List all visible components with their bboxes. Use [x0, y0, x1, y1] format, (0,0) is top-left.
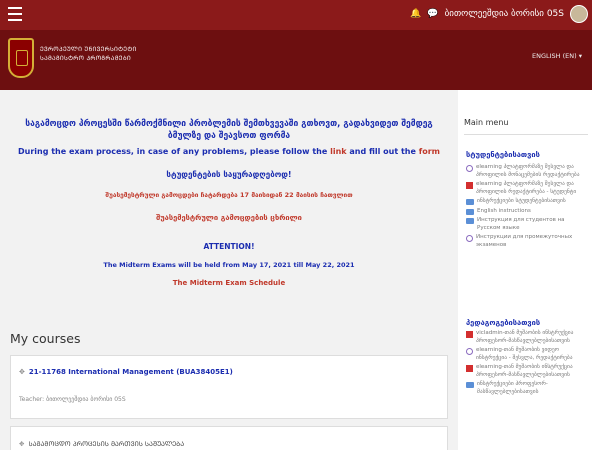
divider [464, 134, 588, 135]
top-right-area: 🔔 💬 ბითოლეეშდია ბორისი 05S [410, 5, 588, 23]
english-intro-prefix: During the exam process, in case of any … [18, 147, 328, 156]
pdf-icon [466, 331, 473, 338]
course-title[interactable]: ✥ ᲡᲐᲒᲐᲛᲝᲪᲓᲝ ᲞᲠᲝᲪᲔᲡᲘᲡ ᲛᲐᲠᲗᲕᲘᲡ ᲡᲐᲨᲣᲐᲚᲔᲑᲐ [19, 439, 184, 449]
english-intro: During the exam process, in case of any … [0, 147, 458, 156]
list-item-label[interactable]: elearning-თან მუშაობის ინსტრუქცია პროფეს… [476, 364, 588, 379]
list-item-label[interactable]: English instructions [477, 208, 531, 216]
my-courses-heading: My courses [10, 331, 81, 346]
pdf-icon [466, 182, 473, 189]
pdf-icon [466, 365, 473, 372]
quiz-icon [466, 165, 473, 172]
students-list: elearning პლატფორმაზე შესვლა და პროფილის… [466, 164, 588, 251]
link-link[interactable]: link [330, 147, 347, 156]
list-item[interactable]: Инструкция для студентов на Русском язык… [466, 217, 588, 232]
list-item[interactable]: vicladmin-თან მუშაობის ინსტრუქცია პროფეს… [466, 330, 588, 345]
avatar[interactable] [570, 5, 588, 23]
bell-icon[interactable]: 🔔 [410, 9, 421, 19]
list-item-label[interactable]: Инструкция для студентов на Русском язык… [477, 217, 588, 232]
quiz-icon [466, 235, 473, 242]
university-name-line1: ᲔᲕᲠᲝᲞᲔᲣᲚᲘ ᲣᲜᲘᲕᲔᲠᲡᲘᲢᲔᲢᲘ [40, 46, 137, 53]
teachers-heading: პედაგოგებისათვის [466, 318, 541, 327]
list-item[interactable]: Инструкции для промежуточных экзаменов [466, 234, 588, 249]
course-teacher: Teacher: ბითოლეეშდია ბორისი 05S [19, 396, 126, 403]
attention-heading: ATTENTION! [203, 242, 255, 251]
georgian-intro: საგამოცდო პროცესში წარმოქმნილი პრობლემის… [25, 119, 433, 141]
message-icon[interactable]: 💬 [427, 9, 438, 19]
user-name[interactable]: ბითოლეეშდია ბორისი 05S [445, 9, 564, 19]
university-logo-icon[interactable] [8, 38, 34, 78]
list-item[interactable]: elearning პლატფორმაზე შესვლა და პროფილის… [466, 181, 588, 196]
folder-icon [466, 218, 474, 224]
course-card[interactable]: ✥ 21-11768 International Management (BUA… [10, 355, 448, 419]
course-title-text[interactable]: ᲡᲐᲒᲐᲛᲝᲪᲓᲝ ᲞᲠᲝᲪᲔᲡᲘᲡ ᲛᲐᲠᲗᲕᲘᲡ ᲡᲐᲨᲣᲐᲚᲔᲑᲐ [28, 439, 184, 448]
course-icon: ✥ [19, 368, 25, 376]
list-item[interactable]: ინსტრუქციები სტუდენტებისათვის [466, 198, 588, 206]
sidebar: Main menu სტუდენტებისათვის elearning პლა… [458, 90, 592, 450]
midterm-english: The Midterm Exams will be held from May … [0, 261, 458, 269]
list-item-label[interactable]: ინსტრუქციები პროფესორ-მასწავლებლებისათვი… [477, 381, 588, 396]
folder-icon [466, 199, 474, 205]
language-selector[interactable]: ENGLISH (EN) ▾ [532, 52, 582, 60]
site-header: ᲔᲕᲠᲝᲞᲔᲣᲚᲘ ᲣᲜᲘᲕᲔᲠᲡᲘᲢᲔᲢᲘ ᲡᲐᲛᲐᲒᲘᲡᲢᲠᲝ ᲞᲠᲝᲒᲠᲐ… [0, 30, 592, 90]
quiz-icon [466, 348, 473, 355]
main-menu-title: Main menu [464, 118, 509, 127]
midterm-schedule-georgian-link[interactable]: შუასემესტრული გამოცდების ცხრილი [0, 213, 458, 222]
list-item[interactable]: elearning პლატფორმაზე შესვლა და პროფილის… [466, 164, 588, 179]
course-card[interactable]: ✥ ᲡᲐᲒᲐᲛᲝᲪᲓᲝ ᲞᲠᲝᲪᲔᲡᲘᲡ ᲛᲐᲠᲗᲕᲘᲡ ᲡᲐᲨᲣᲐᲚᲔᲑᲐ [10, 426, 448, 450]
form-link[interactable]: form [419, 147, 440, 156]
hamburger-menu-icon[interactable] [8, 7, 22, 21]
english-intro-mid: and fill out the [349, 147, 416, 156]
list-item[interactable]: elearning-თან მუშაობის ვიდეო ინსტრუქცია … [466, 347, 588, 362]
university-name[interactable]: ᲔᲕᲠᲝᲞᲔᲣᲚᲘ ᲣᲜᲘᲕᲔᲠᲡᲘᲢᲔᲢᲘ ᲡᲐᲛᲐᲒᲘᲡᲢᲠᲝ ᲞᲠᲝᲒᲠᲐ… [40, 45, 137, 63]
university-name-line2: ᲡᲐᲛᲐᲒᲘᲡᲢᲠᲝ ᲞᲠᲝᲒᲠᲐᲛᲔᲑᲘ [40, 55, 131, 62]
midterm-english-date: May 22, 2021 [305, 261, 355, 269]
students-heading: სტუდენტებისათვის [466, 150, 540, 159]
midterm-english-prefix: The Midterm Exams will be held from May … [103, 261, 304, 269]
folder-icon [466, 382, 474, 388]
midterm-georgian: შუასემესტრული გამოცდები ჩატარდება 17 მაი… [105, 191, 353, 199]
list-item[interactable]: English instructions [466, 208, 588, 216]
list-item-label[interactable]: elearning პლატფორმაზე შესვლა და პროფილის… [476, 181, 588, 196]
course-title[interactable]: ✥ 21-11768 International Management (BUA… [19, 368, 233, 376]
course-title-text[interactable]: 21-11768 International Management (BUA38… [29, 368, 233, 376]
list-item-label[interactable]: ინსტრუქციები სტუდენტებისათვის [477, 198, 566, 206]
announcement: საგამოცდო პროცესში წარმოქმნილი პრობლემის… [0, 118, 458, 287]
list-item[interactable]: ინსტრუქციები პროფესორ-მასწავლებლებისათვი… [466, 381, 588, 396]
list-item-label[interactable]: vicladmin-თან მუშაობის ინსტრუქცია პროფეს… [476, 330, 588, 345]
main-content: საგამოცდო პროცესში წარმოქმნილი პრობლემის… [0, 90, 458, 450]
list-item-label[interactable]: Инструкции для промежуточных экзаменов [476, 234, 588, 249]
teachers-list: vicladmin-თან მუშაობის ინსტრუქცია პროფეს… [466, 330, 588, 398]
course-icon: ✥ [19, 439, 25, 448]
list-item[interactable]: elearning-თან მუშაობის ინსტრუქცია პროფეს… [466, 364, 588, 379]
list-item-label[interactable]: elearning პლატფორმაზე შესვლა და პროფილის… [476, 164, 588, 179]
folder-icon [466, 208, 474, 215]
students-attention: სტუდენტების საყურადღებოდ! [166, 170, 292, 179]
midterm-schedule-english-link[interactable]: The Midterm Exam Schedule [0, 279, 458, 287]
top-navbar: 🔔 💬 ბითოლეეშდია ბორისი 05S [0, 0, 592, 30]
list-item-label[interactable]: elearning-თან მუშაობის ვიდეო ინსტრუქცია … [476, 347, 588, 362]
